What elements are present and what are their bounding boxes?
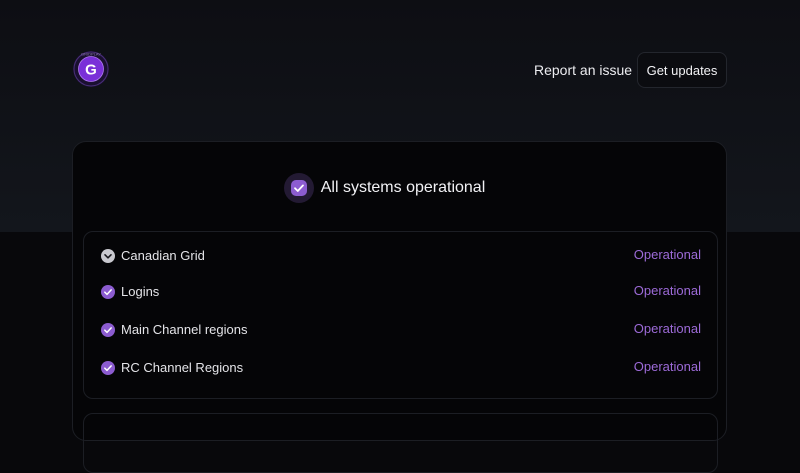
status-summary: All systems operational [73,172,726,204]
summary-icon-badge [283,173,314,203]
logo[interactable]: G GRIDPLAY [72,50,110,88]
summary-text: All systems operational [320,179,486,196]
component-status: Operational [633,321,701,336]
logo-letter: G [85,62,97,79]
logo-ring-text: GRIDPLAY [81,52,101,57]
component-status: Operational [633,283,701,298]
status-card: All systems operational Canadian Grid Op… [72,141,727,473]
component-name: Logins [121,284,160,299]
report-issue-link[interactable]: Report an issue [534,62,632,78]
component-status: Operational [633,359,701,374]
component-row-canadian-grid[interactable]: Canadian Grid Operational [84,244,717,268]
header: G GRIDPLAY Report an issue Get updates [0,0,800,140]
component-row-logins: Logins Operational [84,280,717,304]
component-group: Canadian Grid Operational Logins Operati… [83,231,718,399]
get-updates-button[interactable]: Get updates [637,52,727,88]
component-name: Canadian Grid [121,248,205,263]
component-group-next [83,413,718,473]
component-name: RC Channel Regions [121,360,244,375]
get-updates-label: Get updates [646,62,718,78]
check-circle-icon [101,285,115,299]
check-circle-icon [101,361,115,375]
logo-icon: G GRIDPLAY [73,51,109,87]
component-row-main-channel-regions: Main Channel regions Operational [84,318,717,342]
component-name: Main Channel regions [121,322,248,337]
component-status: Operational [633,247,701,262]
check-circle-icon [101,323,115,337]
component-row-rc-channel-regions: RC Channel Regions Operational [84,356,717,380]
check-circle-icon [290,180,307,196]
chevron-down-icon[interactable] [101,249,115,263]
